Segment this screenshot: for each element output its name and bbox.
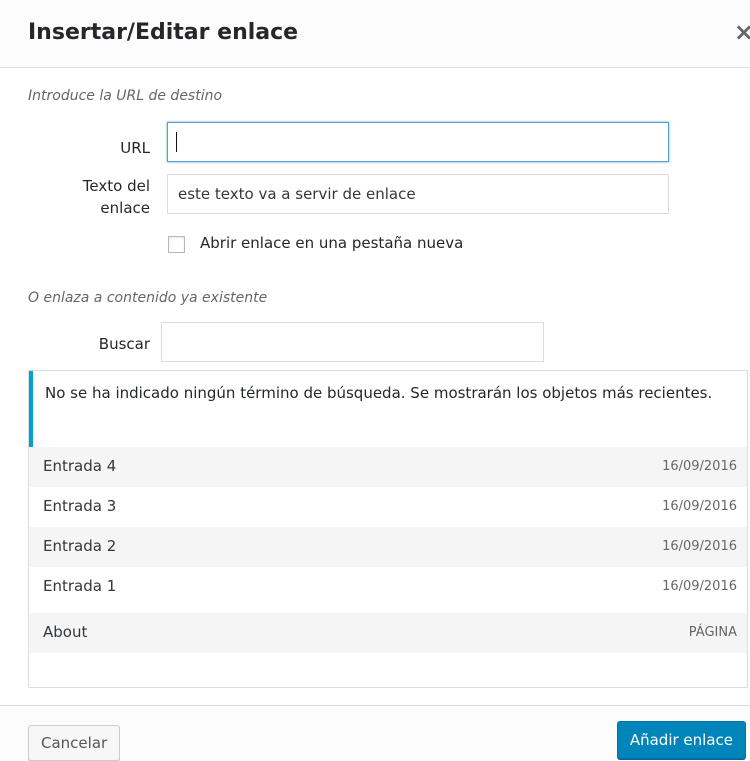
url-label: URL bbox=[120, 139, 150, 157]
text-caret bbox=[176, 132, 177, 152]
link-text-label-line1: Texto del bbox=[82, 177, 150, 195]
search-label: Buscar bbox=[98, 335, 150, 353]
result-item-title: About bbox=[43, 623, 88, 641]
link-text-label-line2: enlace bbox=[100, 199, 150, 217]
result-item[interactable]: Entrada 3 16/09/2016 bbox=[29, 487, 747, 527]
result-item-date: 16/09/2016 bbox=[662, 499, 737, 514]
cancel-button[interactable]: Cancelar bbox=[28, 725, 121, 761]
close-icon[interactable]: × bbox=[734, 18, 750, 46]
search-input[interactable] bbox=[161, 322, 544, 362]
new-tab-checkbox[interactable] bbox=[168, 236, 185, 253]
new-tab-label[interactable]: Abrir enlace en una pestaña nueva bbox=[200, 234, 463, 252]
result-item-title: Entrada 4 bbox=[43, 457, 117, 475]
url-input[interactable] bbox=[167, 122, 669, 162]
result-item[interactable]: Entrada 4 16/09/2016 bbox=[29, 447, 747, 487]
result-item[interactable]: About PÁGINA bbox=[29, 613, 747, 653]
results-panel[interactable]: No se ha indicado ningún término de búsq… bbox=[28, 370, 748, 688]
result-item-title: Entrada 3 bbox=[43, 497, 117, 515]
add-link-button[interactable]: Añadir enlace bbox=[616, 721, 746, 759]
result-item-date: 16/09/2016 bbox=[662, 459, 737, 474]
dialog-footer: Cancelar Añadir enlace bbox=[0, 705, 750, 761]
result-item[interactable]: Entrada 2 16/09/2016 bbox=[29, 527, 747, 567]
result-item-title: Entrada 1 bbox=[43, 577, 117, 595]
search-notice: No se ha indicado ningún término de búsq… bbox=[29, 371, 747, 447]
url-help-text: Introduce la URL de destino bbox=[28, 88, 223, 104]
link-text-label: Texto del enlace bbox=[40, 175, 150, 219]
dialog-header: Insertar/Editar enlace × bbox=[0, 0, 750, 68]
result-item-type: PÁGINA bbox=[688, 625, 737, 640]
link-text-input[interactable]: este texto va a servir de enlace bbox=[167, 174, 669, 214]
dialog-title: Insertar/Editar enlace bbox=[28, 20, 299, 45]
result-item-date: 16/09/2016 bbox=[662, 579, 737, 594]
result-item-title: Entrada 2 bbox=[43, 537, 117, 555]
existing-help-text: O enlaza a contenido ya existente bbox=[28, 290, 268, 306]
search-notice-text: No se ha indicado ningún término de búsq… bbox=[45, 384, 713, 402]
result-item-date: 16/09/2016 bbox=[662, 539, 737, 554]
result-item[interactable]: Entrada 1 16/09/2016 bbox=[29, 567, 747, 607]
